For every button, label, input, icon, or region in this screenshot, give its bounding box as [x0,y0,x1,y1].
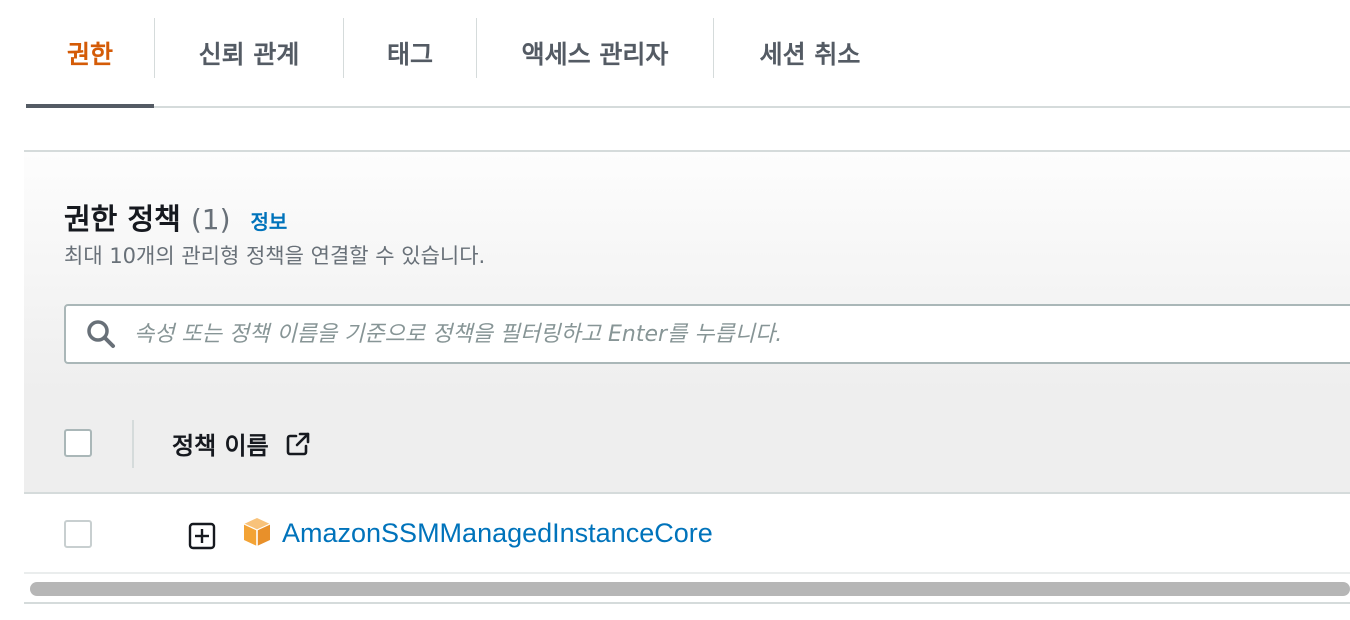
aws-managed-policy-cube-icon [243,518,271,546]
column-header-policy-name[interactable]: 정책 이름 [172,426,313,461]
panel-title-row: 권한 정책 (1) 정보 [64,196,287,238]
tab-access-advisor[interactable]: 액세스 관리자 [477,0,713,106]
tab-tags[interactable]: 태그 [344,0,476,106]
panel-header: 권한 정책 (1) 정보 최대 10개의 관리형 정책을 연결할 수 있습니다. [24,152,1350,394]
tab-revoke-sessions[interactable]: 세션 취소 [714,0,906,106]
table-header: 정책 이름 [24,394,1350,494]
table-row: AmazonSSMManagedInstanceCore [24,494,1350,574]
info-link[interactable]: 정보 [251,206,288,235]
policy-count: (1) [190,203,231,236]
tab-trust-relationships[interactable]: 신뢰 관계 [155,0,343,106]
column-header-label: 정책 이름 [172,432,269,460]
horizontal-scrollbar[interactable] [24,574,1350,604]
panel-description: 최대 10개의 관리형 정책을 연결할 수 있습니다. [64,244,486,268]
policy-search-box[interactable] [64,304,1350,364]
iam-role-detail-page: 권한 신뢰 관계 태그 액세스 관리자 세션 취소 권한 정책 (1) 정보 최… [0,0,1350,620]
panel-title: 권한 정책 [64,202,181,236]
tab-bar: 권한 신뢰 관계 태그 액세스 관리자 세션 취소 [26,0,1350,108]
policy-name-link[interactable]: AmazonSSMManagedInstanceCore [282,518,713,549]
scrollbar-thumb[interactable] [30,582,1350,596]
select-all-checkbox[interactable] [64,429,92,457]
tab-permissions[interactable]: 권한 [26,0,154,108]
external-link-icon[interactable] [283,429,313,459]
plus-square-icon[interactable] [188,522,216,550]
permissions-policies-panel: 권한 정책 (1) 정보 최대 10개의 관리형 정책을 연결할 수 있습니다.… [24,150,1350,605]
column-divider [132,420,134,468]
row-checkbox[interactable] [64,520,92,548]
search-input[interactable] [134,314,1314,354]
search-icon [87,320,115,348]
